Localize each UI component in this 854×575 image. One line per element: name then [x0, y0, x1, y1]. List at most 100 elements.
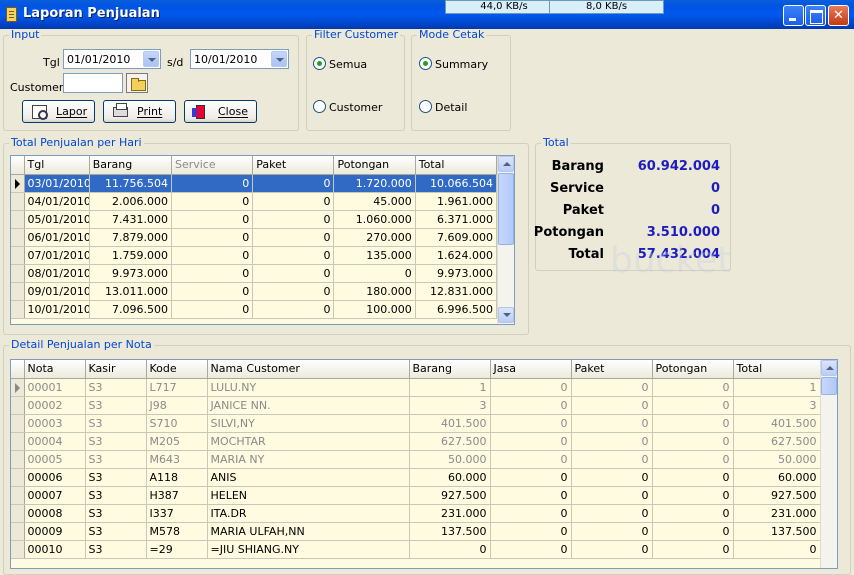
close-button[interactable]: Close	[184, 100, 257, 123]
cell-potongan[interactable]: 270.000	[333, 228, 416, 247]
cell-paket[interactable]: 0	[571, 414, 653, 433]
cell-paket[interactable]: 0	[252, 228, 335, 247]
cell-kasir[interactable]: S3	[85, 522, 147, 541]
radio-summary-label[interactable]: Summary	[435, 58, 488, 71]
cell-nama-customer[interactable]: MARIA NY	[207, 450, 410, 469]
column-header-paket[interactable]: Paket	[571, 360, 653, 379]
column-header-kasir[interactable]: Kasir	[85, 360, 147, 379]
cell-barang[interactable]: 7.879.000	[89, 228, 172, 247]
table-row[interactable]: 00001 S3 L717 LULU.NY 1 0 0 0 1	[11, 378, 821, 397]
scroll-up-icon[interactable]	[821, 360, 837, 376]
cell-potongan[interactable]: 0	[652, 432, 734, 451]
cell-barang[interactable]: 50.000	[409, 450, 491, 469]
table-row[interactable]: 00009 S3 M578 MARIA ULFAH,NN 137.500 0 0 0 137.5…	[11, 522, 821, 541]
cell-service[interactable]: 0	[171, 210, 254, 229]
cell-nota[interactable]: 00009	[24, 522, 86, 541]
table-row[interactable]: 08/01/2010 9.973.000 0 0 0 9.973.000	[11, 264, 498, 283]
daily-grid[interactable]: Tgl Barang Service Paket Potongan Total 03/01…	[10, 155, 515, 325]
row-indicator[interactable]	[11, 300, 25, 319]
cell-kode[interactable]: M205	[146, 432, 208, 451]
cell-paket[interactable]: 0	[252, 174, 335, 193]
cell-kode[interactable]: L717	[146, 378, 208, 397]
cell-total[interactable]: 6.371.000	[415, 210, 498, 229]
column-header-barang[interactable]: Barang	[409, 360, 491, 379]
row-indicator[interactable]	[11, 486, 25, 505]
cell-paket[interactable]: 0	[571, 450, 653, 469]
cell-kode[interactable]: J98	[146, 396, 208, 415]
chevron-down-icon[interactable]	[143, 51, 159, 67]
column-header-total[interactable]: Total	[733, 360, 821, 379]
cell-jasa[interactable]: 0	[490, 396, 572, 415]
cell-total[interactable]: 3	[733, 396, 821, 415]
cell-tgl[interactable]: 10/01/2010	[24, 300, 90, 319]
cell-total[interactable]: 60.000	[733, 468, 821, 487]
cell-tgl[interactable]: 05/01/2010	[24, 210, 90, 229]
lapor-button[interactable]: Lapor	[22, 100, 95, 123]
row-indicator[interactable]	[11, 450, 25, 469]
cell-service[interactable]: 0	[171, 228, 254, 247]
cell-nama-customer[interactable]: =JIU SHIANG.NY	[207, 540, 410, 559]
customer-input[interactable]	[63, 73, 123, 93]
cell-paket[interactable]: 0	[571, 522, 653, 541]
cell-barang[interactable]: 137.500	[409, 522, 491, 541]
cell-total[interactable]: 137.500	[733, 522, 821, 541]
scroll-thumb[interactable]	[821, 377, 837, 395]
cell-paket[interactable]: 0	[252, 210, 335, 229]
cell-service[interactable]: 0	[171, 282, 254, 301]
row-indicator[interactable]	[11, 522, 25, 541]
cell-total[interactable]: 50.000	[733, 450, 821, 469]
row-indicator[interactable]	[11, 246, 25, 265]
cell-jasa[interactable]: 0	[490, 432, 572, 451]
cell-paket[interactable]: 0	[571, 378, 653, 397]
cell-paket[interactable]: 0	[252, 300, 335, 319]
current-row-indicator[interactable]	[11, 174, 25, 193]
cell-kode[interactable]: M643	[146, 450, 208, 469]
cell-tgl[interactable]: 09/01/2010	[24, 282, 90, 301]
column-header-nama-customer[interactable]: Nama Customer	[207, 360, 410, 379]
cell-total[interactable]: 927.500	[733, 486, 821, 505]
cell-tgl[interactable]: 08/01/2010	[24, 264, 90, 283]
cell-nama-customer[interactable]: HELEN	[207, 486, 410, 505]
row-indicator[interactable]	[11, 192, 25, 211]
row-indicator[interactable]	[11, 210, 25, 229]
cell-potongan[interactable]: 0	[333, 264, 416, 283]
browse-customer-button[interactable]	[126, 73, 148, 93]
table-row[interactable]: 09/01/2010 13.011.000 0 0 180.000 12.831.000	[11, 282, 498, 301]
table-row[interactable]: 06/01/2010 7.879.000 0 0 270.000 7.609.000	[11, 228, 498, 247]
cell-jasa[interactable]: 0	[490, 378, 572, 397]
column-header-potongan[interactable]: Potongan	[333, 156, 416, 175]
cell-service[interactable]: 0	[171, 264, 254, 283]
cell-potongan[interactable]: 1.720.000	[333, 174, 416, 193]
cell-total[interactable]: 1.961.000	[415, 192, 498, 211]
cell-kasir[interactable]: S3	[85, 540, 147, 559]
radio-detail-label[interactable]: Detail	[435, 101, 467, 114]
row-indicator[interactable]	[11, 468, 25, 487]
cell-kode[interactable]: H387	[146, 486, 208, 505]
maximize-button[interactable]	[805, 5, 826, 26]
cell-potongan[interactable]: 0	[652, 504, 734, 523]
column-header-potongan[interactable]: Potongan	[652, 360, 734, 379]
cell-jasa[interactable]: 0	[490, 486, 572, 505]
cell-total[interactable]: 401.500	[733, 414, 821, 433]
table-row[interactable]: 00007 S3 H387 HELEN 927.500 0 0 0 927.500	[11, 486, 821, 505]
table-row[interactable]: 00004 S3 M205 MOCHTAR 627.500 0 0 0 627.500	[11, 432, 821, 451]
column-header-nota[interactable]: Nota	[24, 360, 86, 379]
cell-paket[interactable]: 0	[252, 264, 335, 283]
cell-total[interactable]: 6.996.500	[415, 300, 498, 319]
cell-jasa[interactable]: 0	[490, 450, 572, 469]
cell-barang[interactable]: 0	[409, 540, 491, 559]
cell-paket[interactable]: 0	[252, 192, 335, 211]
row-indicator[interactable]	[11, 396, 25, 415]
cell-kode[interactable]: M578	[146, 522, 208, 541]
table-row[interactable]: 00008 S3 I337 ITA.DR 231.000 0 0 0 231.000	[11, 504, 821, 523]
cell-total[interactable]: 7.609.000	[415, 228, 498, 247]
cell-jasa[interactable]: 0	[490, 522, 572, 541]
cell-barang[interactable]: 627.500	[409, 432, 491, 451]
cell-paket[interactable]: 0	[571, 504, 653, 523]
cell-nota[interactable]: 00002	[24, 396, 86, 415]
cell-nama-customer[interactable]: LULU.NY	[207, 378, 410, 397]
radio-customer[interactable]	[313, 100, 326, 113]
cell-kasir[interactable]: S3	[85, 378, 147, 397]
cell-kasir[interactable]: S3	[85, 468, 147, 487]
radio-summary[interactable]	[419, 57, 432, 70]
